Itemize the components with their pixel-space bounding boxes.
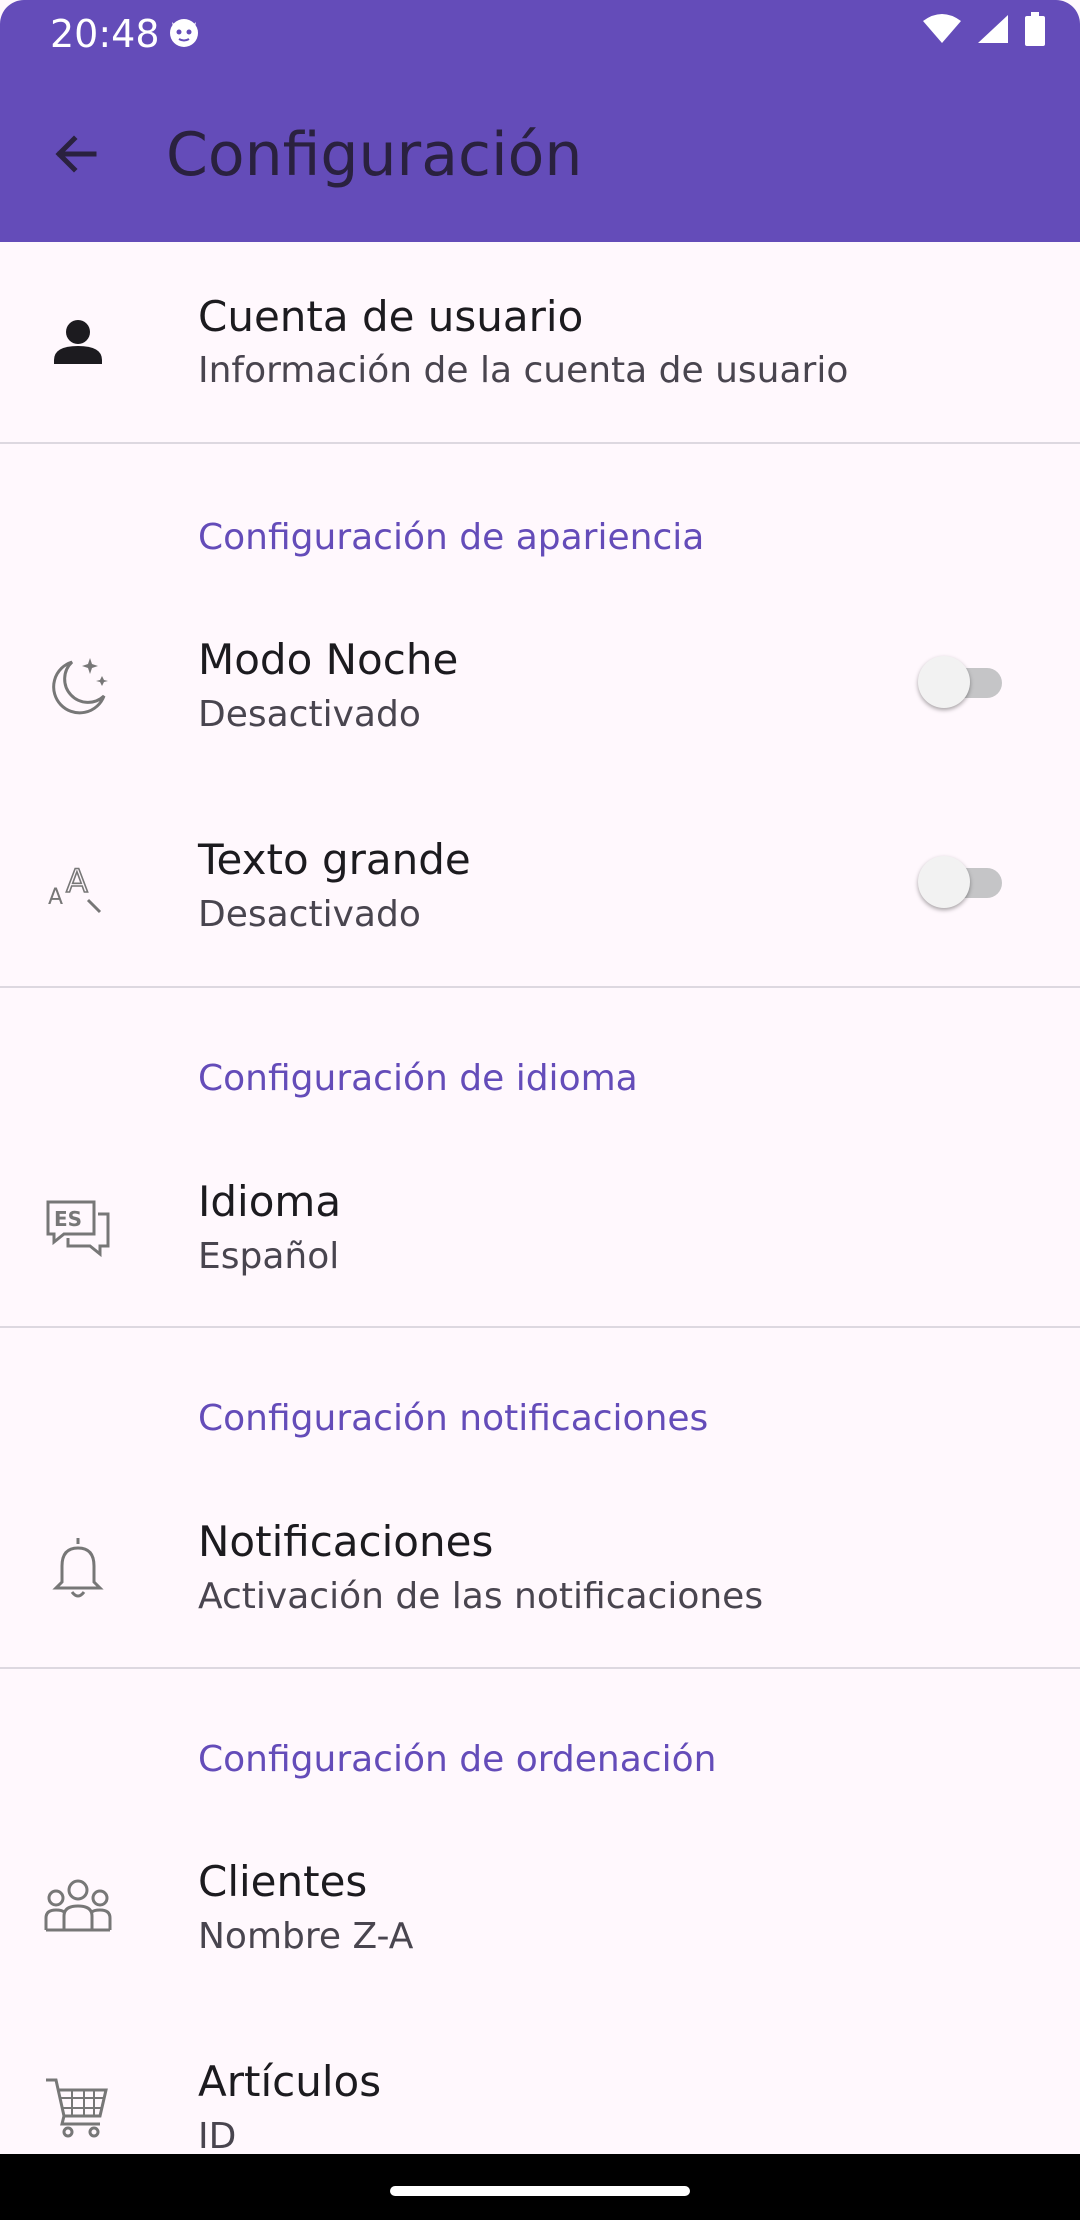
notifications-item[interactable]: Notificaciones Activación de las notific… bbox=[0, 1470, 1080, 1670]
night-mode-icon bbox=[52, 658, 108, 715]
home-gesture-handle[interactable] bbox=[390, 2186, 690, 2196]
divider bbox=[0, 986, 1080, 988]
language-subtitle: Español bbox=[198, 1236, 340, 1277]
app-bar: 20:48 Configuración bbox=[0, 0, 1080, 242]
clients-title: Clientes bbox=[198, 1857, 368, 1906]
section-header-appearance: Configuración de apariencia bbox=[198, 517, 705, 558]
svg-text:A: A bbox=[48, 885, 63, 910]
account-item[interactable]: Cuenta de usuario Información de la cuen… bbox=[0, 242, 1080, 442]
notifications-subtitle: Activación de las notificaciones bbox=[198, 1576, 764, 1617]
night-mode-subtitle: Desactivado bbox=[198, 694, 421, 735]
battery-icon bbox=[1025, 12, 1045, 46]
account-title: Cuenta de usuario bbox=[198, 292, 584, 341]
page-title: Configuración bbox=[166, 120, 583, 190]
clients-item[interactable]: Clientes Nombre Z-A bbox=[0, 1810, 1080, 2010]
articles-title: Artículos bbox=[198, 2057, 382, 2106]
divider bbox=[0, 442, 1080, 444]
large-text-title: Texto grande bbox=[198, 835, 471, 884]
large-text-item[interactable]: A A Texto grande Desactivado bbox=[0, 788, 1080, 988]
account-subtitle: Información de la cuenta de usuario bbox=[198, 350, 849, 391]
night-mode-title: Modo Noche bbox=[198, 635, 459, 684]
svg-text:A: A bbox=[66, 862, 88, 900]
section-header-sorting: Configuración de ordenación bbox=[198, 1739, 717, 1780]
bell-icon bbox=[52, 1538, 104, 1598]
cart-icon bbox=[46, 2078, 108, 2138]
night-mode-item[interactable]: Modo Noche Desactivado bbox=[0, 588, 1080, 788]
group-icon bbox=[44, 1879, 112, 1932]
large-text-subtitle: Desactivado bbox=[198, 894, 421, 935]
night-mode-switch[interactable] bbox=[918, 654, 1006, 710]
large-text-switch[interactable] bbox=[918, 854, 1006, 910]
notifications-title: Notificaciones bbox=[198, 1517, 494, 1566]
language-item[interactable]: ES Idioma Español bbox=[0, 1130, 1080, 1330]
language-icon: ES bbox=[46, 1200, 110, 1258]
status-time: 20:48 bbox=[50, 12, 160, 56]
status-icons bbox=[922, 12, 1046, 46]
articles-item[interactable]: Artículos ID bbox=[0, 2010, 1080, 2154]
section-header-notifications: Configuración notificaciones bbox=[198, 1398, 709, 1439]
cat-notification-icon bbox=[170, 19, 198, 47]
articles-subtitle: ID bbox=[198, 2116, 237, 2154]
divider bbox=[0, 1326, 1080, 1328]
arrow-back-icon[interactable] bbox=[44, 122, 108, 186]
section-header-language: Configuración de idioma bbox=[198, 1058, 638, 1099]
wifi-icon bbox=[923, 14, 961, 43]
signal-icon bbox=[978, 15, 1008, 43]
person-icon bbox=[54, 320, 102, 364]
clients-subtitle: Nombre Z-A bbox=[198, 1916, 414, 1957]
switch-thumb bbox=[918, 856, 970, 908]
language-title: Idioma bbox=[198, 1177, 342, 1226]
text-size-icon: A A bbox=[48, 861, 102, 914]
svg-text:ES: ES bbox=[54, 1207, 82, 1231]
switch-thumb bbox=[918, 656, 970, 708]
divider bbox=[0, 1667, 1080, 1669]
